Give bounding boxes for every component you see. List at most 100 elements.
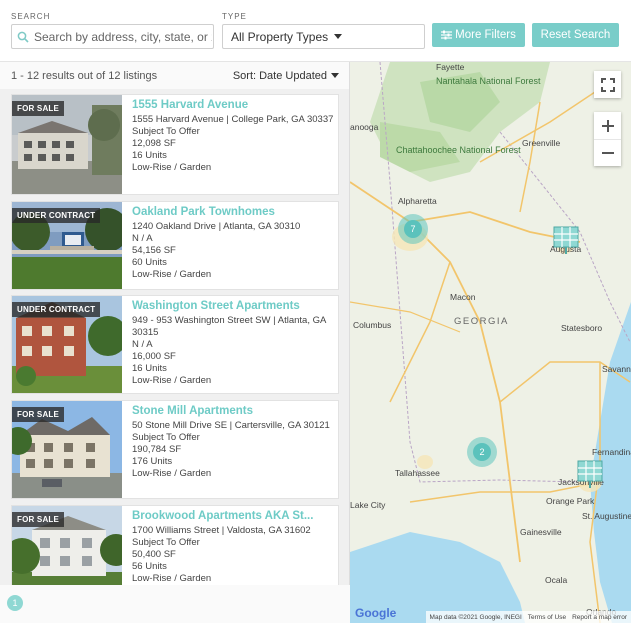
- map-label: Columbus: [353, 320, 392, 330]
- listing-info: Oakland Park Townhomes 1240 Oakland Driv…: [122, 202, 338, 289]
- listing-card[interactable]: FOR SALE Brookwood Apartments AKA St... …: [11, 505, 339, 585]
- map-label: Savann: [602, 364, 631, 374]
- map-label: Nantahala National Forest: [436, 76, 541, 86]
- building-pin-icon[interactable]: [576, 459, 604, 489]
- plus-icon: [601, 119, 614, 132]
- listing-type: Low-Rise / Garden: [132, 468, 212, 479]
- listing-price: Subject To Offer: [132, 126, 200, 137]
- search-input[interactable]: [34, 29, 212, 44]
- listing-price: N / A: [132, 233, 153, 244]
- page-number-button[interactable]: 1: [7, 595, 23, 611]
- status-badge: UNDER CONTRACT: [12, 208, 101, 223]
- listing-sqft: 50,400 SF: [132, 549, 176, 560]
- property-type-value: All Property Types: [231, 29, 329, 44]
- search-icon: [17, 31, 29, 43]
- more-filters-label: More Filters: [455, 29, 516, 41]
- terms-link[interactable]: Terms of Use: [528, 614, 566, 621]
- listing-units: 16 Units: [132, 363, 167, 374]
- listing-list[interactable]: FOR SALE 1555 Harvard Avenue 1555 Harvar…: [0, 92, 350, 585]
- listing-sqft: 12,098 SF: [132, 138, 176, 149]
- listing-units: 16 Units: [132, 150, 167, 161]
- filter-sliders-icon: [441, 30, 453, 40]
- cluster-count: 2: [473, 443, 491, 461]
- fullscreen-button[interactable]: [594, 71, 621, 98]
- map-label: Statesboro: [561, 323, 603, 333]
- listing-units: 56 Units: [132, 561, 167, 572]
- pagination: [0, 585, 350, 623]
- map-label: Chattahoochee National Forest: [396, 145, 521, 155]
- listing-info: Stone Mill Apartments 50 Stone Mill Driv…: [122, 401, 338, 498]
- listing-type: Low-Rise / Garden: [132, 269, 212, 280]
- listing-price: N / A: [132, 339, 153, 350]
- listing-title[interactable]: Washington Street Apartments: [132, 299, 338, 314]
- building-pin-icon[interactable]: [552, 225, 580, 255]
- listing-type: Low-Rise / Garden: [132, 573, 212, 584]
- listing-title[interactable]: Oakland Park Townhomes: [132, 205, 338, 220]
- filter-bar: SEARCH TYPE All Property Types More Filt…: [0, 0, 631, 62]
- report-error-link[interactable]: Report a map error: [572, 614, 627, 621]
- reset-search-button[interactable]: Reset Search: [532, 23, 619, 47]
- map-attribution: Map data ©2021 Google, INEGI Terms of Us…: [425, 611, 631, 623]
- listing-units: 60 Units: [132, 257, 167, 268]
- chevron-down-icon: [334, 34, 343, 39]
- map-label: Greenville: [522, 138, 561, 148]
- listing-title[interactable]: Stone Mill Apartments: [132, 404, 338, 419]
- more-filters-button[interactable]: More Filters: [432, 23, 525, 47]
- listing-card[interactable]: FOR SALE 1555 Harvard Avenue 1555 Harvar…: [11, 94, 339, 195]
- status-badge: FOR SALE: [12, 512, 65, 527]
- listing-photo[interactable]: UNDER CONTRACT: [12, 202, 122, 289]
- results-header: 1 - 12 results out of 12 listings Sort: …: [0, 62, 349, 89]
- map-label: Tallahassee: [395, 468, 440, 478]
- zoom-control: [594, 112, 621, 166]
- listing-sqft: 190,784 SF: [132, 444, 182, 455]
- zoom-out-button[interactable]: [594, 139, 621, 166]
- map-label: GEORGIA: [454, 316, 509, 327]
- map-label: St. Augustine: [582, 511, 631, 521]
- map-data-credit: Map data ©2021 Google, INEGI: [429, 613, 522, 621]
- map-label: Orange Park: [546, 496, 595, 506]
- listing-card[interactable]: FOR SALE Stone Mill Apartments 50 Stone …: [11, 400, 339, 499]
- status-badge: FOR SALE: [12, 101, 65, 116]
- zoom-in-button[interactable]: [594, 112, 621, 139]
- fullscreen-icon: [600, 77, 615, 92]
- chevron-down-icon: [331, 73, 339, 78]
- listing-sqft: 54,156 SF: [132, 245, 176, 256]
- listing-info: Brookwood Apartments AKA St... 1700 Will…: [122, 506, 338, 585]
- listing-type: Low-Rise / Garden: [132, 162, 212, 173]
- listing-info: 1555 Harvard Avenue 1555 Harvard Avenue …: [122, 95, 338, 194]
- listing-title[interactable]: 1555 Harvard Avenue: [132, 98, 338, 113]
- google-logo: Google: [355, 606, 397, 620]
- map-label: Lake City: [350, 500, 386, 510]
- listing-info: Washington Street Apartments 949 - 953 W…: [122, 296, 338, 393]
- status-badge: FOR SALE: [12, 407, 65, 422]
- listing-units: 176 Units: [132, 456, 173, 467]
- map-cluster[interactable]: 7: [398, 214, 428, 244]
- listing-card[interactable]: UNDER CONTRACT Washington Street Apartme…: [11, 295, 339, 394]
- listing-card[interactable]: UNDER CONTRACT Oakland Park Townhomes 12…: [11, 201, 339, 290]
- map-cluster[interactable]: 2: [467, 437, 497, 467]
- map-label: Ocala: [545, 575, 568, 585]
- map-label: Alpharetta: [398, 196, 437, 206]
- sort-dropdown[interactable]: Sort: Date Updated: [233, 70, 339, 82]
- results-count: 1 - 12 results out of 12 listings: [11, 69, 158, 82]
- listing-address: 949 - 953 Washington Street SW | Atlanta…: [132, 315, 326, 338]
- listing-photo[interactable]: FOR SALE: [12, 401, 122, 498]
- search-field[interactable]: [11, 24, 214, 49]
- listing-photo[interactable]: UNDER CONTRACT: [12, 296, 122, 393]
- listing-title[interactable]: Brookwood Apartments AKA St...: [132, 509, 338, 524]
- listing-sqft: 16,000 SF: [132, 351, 176, 362]
- map-label: Gainesville: [520, 527, 562, 537]
- map-label: Fernandina Beach: [592, 447, 631, 457]
- listing-photo[interactable]: FOR SALE: [12, 506, 122, 585]
- status-badge: UNDER CONTRACT: [12, 302, 101, 317]
- listing-address: 1240 Oakland Drive | Atlanta, GA 30310: [132, 221, 301, 232]
- map-label: anooga: [350, 122, 379, 132]
- listing-type: Low-Rise / Garden: [132, 375, 212, 386]
- map-label: Macon: [450, 292, 476, 302]
- results-panel: 1 - 12 results out of 12 listings Sort: …: [0, 62, 350, 623]
- listing-address: 1700 Williams Street | Valdosta, GA 3160…: [132, 525, 311, 536]
- listing-photo[interactable]: FOR SALE: [12, 95, 122, 194]
- property-type-select[interactable]: All Property Types: [222, 24, 425, 49]
- search-label: SEARCH: [11, 12, 51, 21]
- map[interactable]: Nantahala National Forest Chattahoochee …: [350, 62, 631, 623]
